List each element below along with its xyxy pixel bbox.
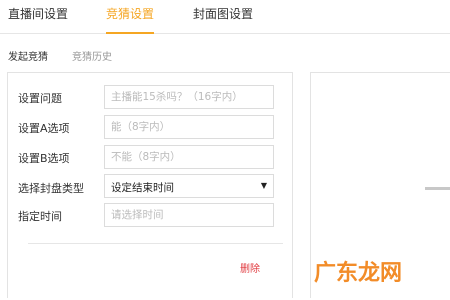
form-divider xyxy=(28,243,283,244)
delete-button[interactable]: 删除 xyxy=(240,260,260,275)
option-b-label: 设置B选项 xyxy=(18,152,70,165)
sub-tab-start-guess[interactable]: 发起竞猜 xyxy=(8,48,48,63)
close-type-selected-value: 设定结束时间 xyxy=(111,182,174,194)
close-type-select[interactable]: 设定结束时间 ▼ xyxy=(104,174,274,198)
dropdown-arrow-icon: ▼ xyxy=(260,181,267,190)
question-label: 设置问题 xyxy=(18,92,62,105)
option-a-label: 设置A选项 xyxy=(18,122,70,135)
watermark-logo: 广东龙网 广东龙网 xyxy=(313,259,404,287)
preview-bar xyxy=(425,187,450,190)
tab-live-room-settings[interactable]: 直播间设置 xyxy=(8,7,68,34)
sub-tab-guess-history[interactable]: 竞猜历史 xyxy=(72,48,112,63)
watermark-text: 广东龙网 xyxy=(314,260,402,286)
guess-form-panel: 设置问题 设置A选项 设置B选项 选择封盘类型 设定结束时间 ▼ 指定时间 删除 xyxy=(7,72,293,298)
option-a-input[interactable] xyxy=(104,115,274,139)
option-b-input[interactable] xyxy=(104,145,274,169)
close-time-input[interactable] xyxy=(104,203,274,227)
top-tab-bar: 直播间设置 竞猜设置 封面图设置 xyxy=(0,0,450,34)
tab-guess-settings[interactable]: 竞猜设置 xyxy=(106,7,155,34)
tab-cover-image-settings[interactable]: 封面图设置 xyxy=(193,7,253,34)
question-input[interactable] xyxy=(104,85,274,109)
close-type-label: 选择封盘类型 xyxy=(18,182,84,195)
close-time-label: 指定时间 xyxy=(18,210,62,223)
